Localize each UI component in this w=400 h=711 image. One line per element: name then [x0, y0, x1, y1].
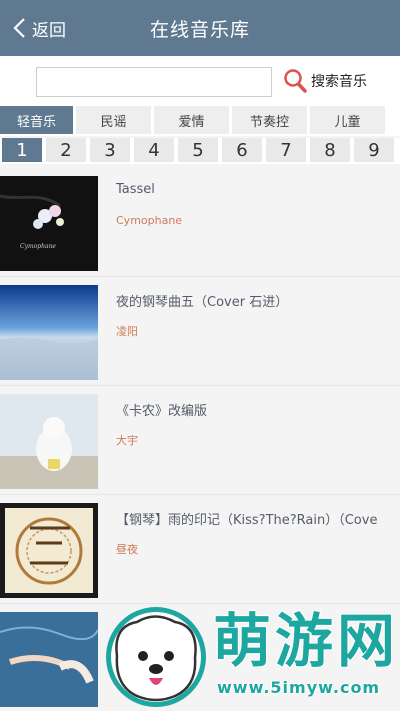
song-title: 【钢琴】雨的印记（Kiss?The?Rain）（Cove [116, 513, 378, 528]
category-tabs: 轻音乐 民谣 爱情 节奏控 儿童 [0, 106, 400, 136]
song-list: Cymophane Tassel Cymophane 夜的钢琴曲五（Cover … [0, 168, 400, 711]
page-button-9[interactable]: 9 [354, 138, 394, 162]
top-bar: 返回 在线音乐库 [0, 0, 400, 56]
tab-children[interactable]: 儿童 [310, 106, 385, 134]
search-button-label: 搜索音乐 [311, 74, 367, 90]
search-icon [284, 69, 307, 93]
song-row[interactable]: Cymophane Tassel Cymophane [0, 168, 400, 277]
song-title: 夜的钢琴曲五（Cover 石进） [116, 295, 289, 310]
page-button-1[interactable]: 1 [2, 138, 42, 162]
song-row[interactable]: 夜的钢琴曲五（Cover 石进） 凌阳 [0, 277, 400, 386]
tab-love[interactable]: 爱情 [154, 106, 229, 134]
page-title: 在线音乐库 [149, 19, 250, 41]
tab-folk[interactable]: 民谣 [76, 106, 151, 134]
page-button-4[interactable]: 4 [134, 138, 174, 162]
song-artist: 大宇 [116, 434, 138, 447]
song-row[interactable] [0, 604, 400, 711]
song-title: 《卡农》改编版 [116, 404, 208, 419]
tab-light-music[interactable]: 轻音乐 [0, 106, 73, 134]
song-title: Tassel [116, 182, 155, 197]
song-row[interactable]: 【钢琴】雨的印记（Kiss?The?Rain）（Cove 昼夜 [0, 495, 400, 604]
song-artist: 凌阳 [116, 325, 138, 338]
album-cover [0, 285, 98, 380]
album-cover [0, 612, 98, 707]
search-bar: 搜索音乐 [0, 56, 400, 106]
tab-label: 民谣 [100, 114, 127, 130]
page-button-3[interactable]: 3 [90, 138, 130, 162]
tab-label: 爱情 [178, 114, 205, 130]
tab-label: 节奏控 [249, 114, 289, 130]
svg-text:Cymophane: Cymophane [20, 243, 56, 250]
page-button-6[interactable]: 6 [222, 138, 262, 162]
tab-rhythm[interactable]: 节奏控 [232, 106, 307, 134]
song-row[interactable]: 《卡农》改编版 大宇 [0, 386, 400, 495]
song-artist: 昼夜 [116, 543, 138, 556]
song-artist: Cymophane [116, 214, 183, 227]
tab-label: 儿童 [334, 114, 361, 130]
page-button-2[interactable]: 2 [46, 138, 86, 162]
search-input[interactable] [36, 67, 272, 97]
album-cover [0, 503, 98, 598]
search-music-button[interactable]: 搜索音乐 [283, 68, 367, 94]
page-button-7[interactable]: 7 [266, 138, 306, 162]
pagination: 1 2 3 4 5 6 7 8 9 [0, 138, 400, 164]
album-cover [0, 394, 98, 489]
page-button-8[interactable]: 8 [310, 138, 350, 162]
page-button-5[interactable]: 5 [178, 138, 218, 162]
tab-label: 轻音乐 [16, 114, 56, 130]
album-cover: Cymophane [0, 176, 98, 271]
